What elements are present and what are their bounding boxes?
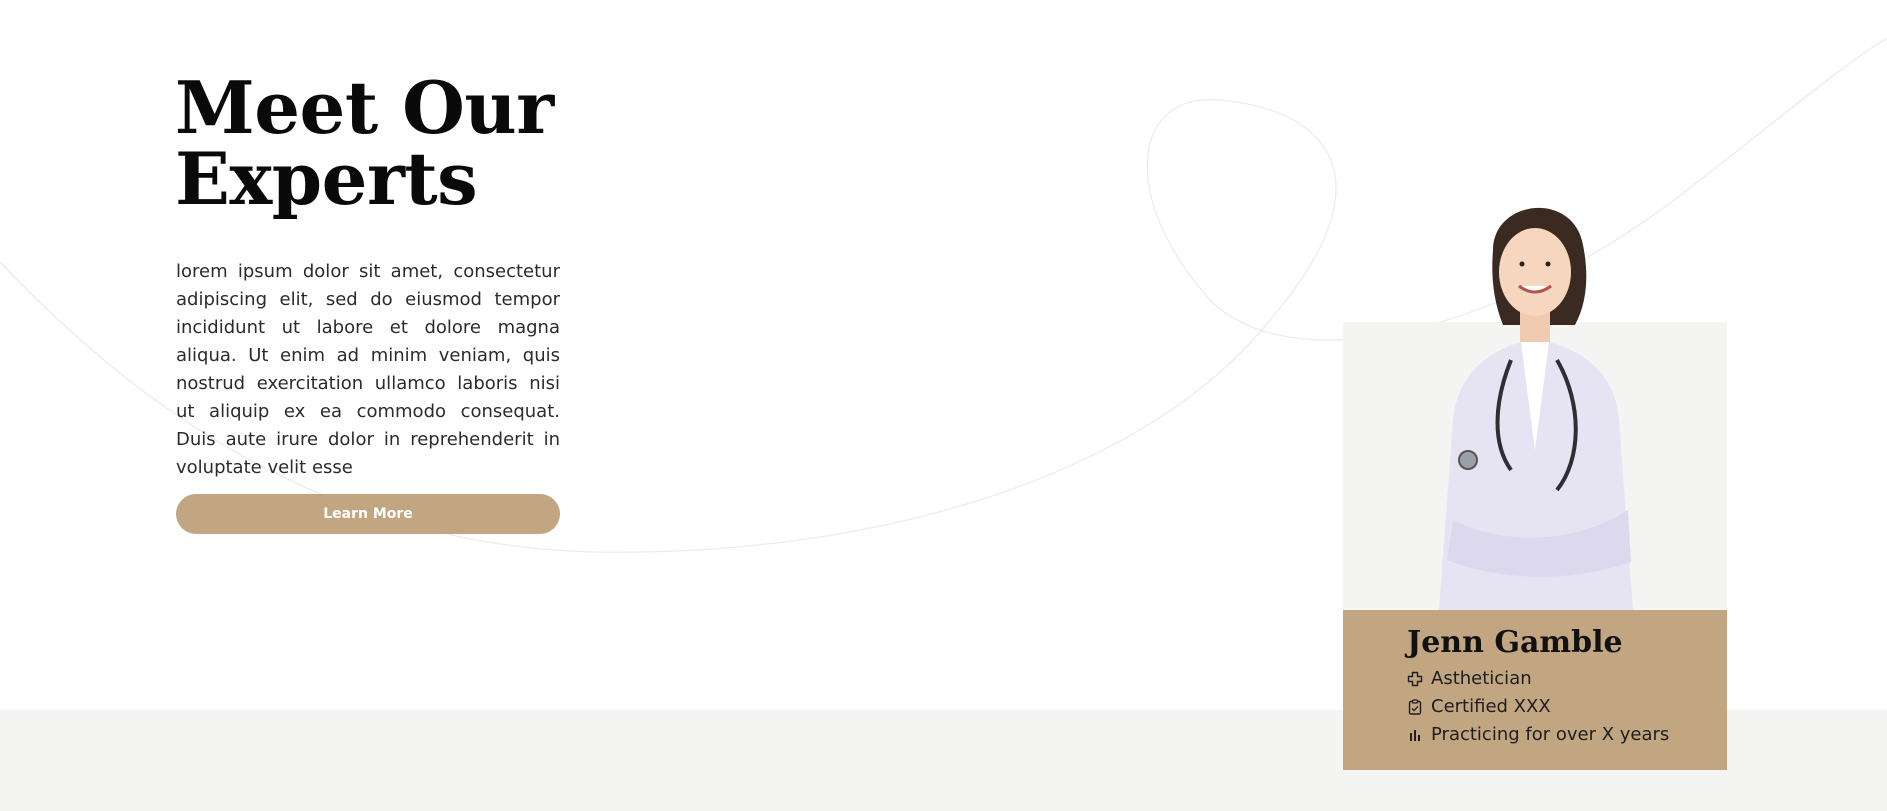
expert-name: Jenn Gamble bbox=[1407, 625, 1623, 660]
learn-more-button[interactable]: Learn More bbox=[176, 494, 560, 534]
intro-paragraph: lorem ipsum dolor sit amet, consectetur … bbox=[176, 261, 560, 478]
expert-detail-certification-text: Certified XXX bbox=[1431, 696, 1551, 717]
medical-cross-icon bbox=[1407, 671, 1423, 687]
expert-detail-role-text: Asthetician bbox=[1431, 668, 1532, 689]
clipboard-icon bbox=[1407, 698, 1423, 715]
expert-detail-role: Asthetician bbox=[1407, 668, 1532, 689]
heading-line-2: Experts bbox=[175, 136, 478, 221]
heading-line-1: Meet Our bbox=[175, 65, 554, 150]
expert-detail-certification: Certified XXX bbox=[1407, 696, 1551, 717]
expert-portrait bbox=[1439, 207, 1633, 610]
bar-chart-icon bbox=[1407, 727, 1423, 743]
expert-detail-experience-text: Practicing for over X years bbox=[1431, 724, 1670, 745]
page-title: Meet Our Experts bbox=[175, 65, 595, 221]
expert-detail-experience: Practicing for over X years bbox=[1407, 724, 1669, 745]
expert-info-panel: Jenn Gamble Asthetician Certified XXX Pr… bbox=[1343, 610, 1727, 770]
